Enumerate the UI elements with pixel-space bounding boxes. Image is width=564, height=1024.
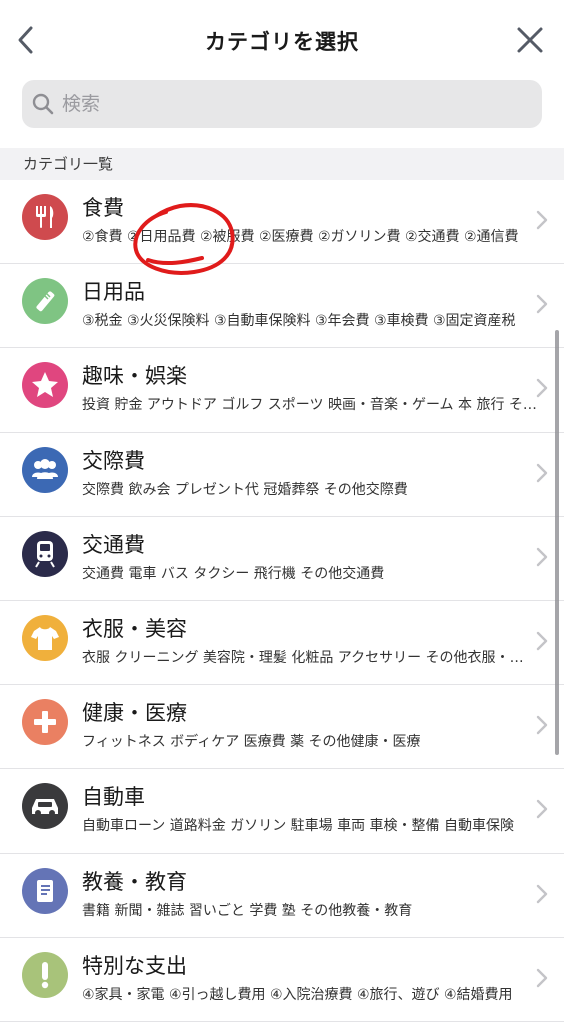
search-input[interactable] [62,93,502,115]
category-row-special[interactable]: 特別な支出 ④家具・家電 ④引っ越し費用 ④入院治療費 ④旅行、遊び ④結婚費用 [0,938,564,1022]
category-title: 趣味・娯楽 [82,364,187,389]
category-title: 教養・教育 [82,869,187,894]
category-title: 交際費 [82,448,145,473]
category-row-hobby[interactable]: 趣味・娯楽 投資 貯金 アウトドア ゴルフ スポーツ 映画・音楽・ゲーム 本 旅… [0,348,564,433]
chevron-right-icon [536,210,548,230]
category-row-education[interactable]: 教養・教育 書籍 新聞・雑誌 習いごと 学費 塾 その他教養・教育 [0,854,564,938]
chevron-right-icon [536,379,548,398]
plus-icon [22,699,68,746]
category-row-car[interactable]: 自動車 自動車ローン 道路料金 ガソリン 駐車場 車両 車検・整備 自動車保険 [0,769,564,854]
exclamation-icon [22,951,68,998]
page-title: カテゴリを選択 [205,30,359,54]
car-icon [22,783,68,830]
category-subitems: 自動車ローン 道路料金 ガソリン 駐車場 車両 車検・整備 自動車保険 [82,818,514,835]
train-icon [22,530,68,577]
chevron-right-icon [536,631,548,651]
category-row-transport[interactable]: 交通費 交通費 電車 バス タクシー 飛行機 その他交通費 [0,517,564,601]
fork-knife-icon [22,194,68,240]
category-subitems: 交際費 飲み会 プレゼント代 冠婚葬祭 その他交際費 [82,481,408,498]
search-bar[interactable] [22,80,542,128]
category-row-daily-goods[interactable]: 日用品 ③税金 ③火災保険料 ③自動車保険料 ③年会費 ③車検費 ③固定資産税 [0,264,564,349]
section-header: カテゴリ一覧 [0,148,564,180]
chevron-right-icon [536,800,548,819]
tshirt-icon [22,614,68,661]
category-subitems: フィットネス ボディケア 医療費 薬 その他健康・医療 [82,734,421,751]
chevron-right-icon [536,463,548,482]
category-title: 衣服・美容 [82,616,187,641]
category-subitems: 投資 貯金 アウトドア ゴルフ スポーツ 映画・音楽・ゲーム 本 旅行 その他 [82,397,537,414]
category-row-food[interactable]: 食費 ②食費 ②日用品費 ②被服費 ②医療費 ②ガソリン費 ②交通費 ②通信費 [0,180,564,265]
chevron-right-icon [536,294,548,314]
category-title: 自動車 [82,785,145,810]
navigation-header: カテゴリを選択 [0,0,564,80]
category-subitems: 書籍 新聞・雑誌 習いごと 学費 塾 その他教養・教育 [82,902,413,919]
people-icon [22,446,68,493]
category-row-clothing[interactable]: 衣服・美容 衣服 クリーニング 美容院・理髪 化粧品 アクセサリー その他衣服・… [0,601,564,686]
category-subitems: 衣服 クリーニング 美容院・理髪 化粧品 アクセサリー その他衣服・美容 [82,649,537,666]
category-title: 食費 [82,196,124,220]
category-subitems: ③税金 ③火災保険料 ③自動車保険料 ③年会費 ③車検費 ③固定資産税 [82,313,516,330]
close-icon [517,27,543,53]
book-icon [22,867,68,914]
category-title: 日用品 [82,280,145,305]
chevron-right-icon [536,884,548,903]
toothbrush-icon [22,278,68,325]
category-row-social[interactable]: 交際費 交際費 飲み会 プレゼント代 冠婚葬祭 その他交際費 [0,433,564,517]
category-subitems: ④家具・家電 ④引っ越し費用 ④入院治療費 ④旅行、遊び ④結婚費用 [82,986,513,1003]
category-row-health[interactable]: 健康・医療 フィットネス ボディケア 医療費 薬 その他健康・医療 [0,685,564,770]
search-icon [32,93,54,115]
chevron-right-icon [536,968,548,987]
category-title: 交通費 [82,532,145,557]
chevron-right-icon [536,715,548,735]
chevron-right-icon [536,547,548,566]
category-subitems: ②食費 ②日用品費 ②被服費 ②医療費 ②ガソリン費 ②交通費 ②通信費 [82,229,519,245]
category-title: 健康・医療 [82,701,187,726]
close-button[interactable] [510,20,550,60]
star-icon [22,362,68,409]
category-subitems: 交通費 電車 バス タクシー 飛行機 その他交通費 [82,565,385,582]
scrollbar[interactable] [555,330,559,755]
category-list: 食費 ②食費 ②日用品費 ②被服費 ②医療費 ②ガソリン費 ②交通費 ②通信費 … [0,180,564,1022]
category-title: 特別な支出 [82,953,187,978]
